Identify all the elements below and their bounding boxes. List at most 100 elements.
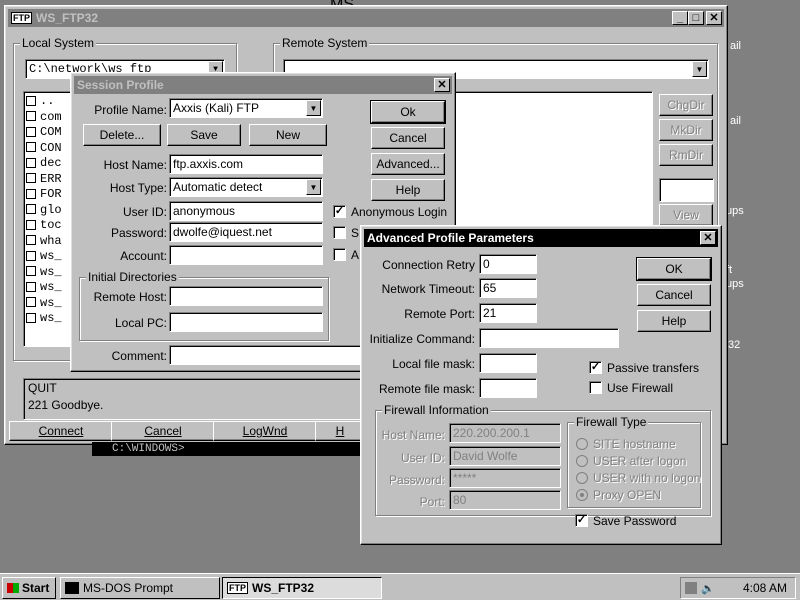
- fw-type-label: USER with no logon: [593, 471, 701, 485]
- local-file-mask-input[interactable]: [479, 353, 537, 373]
- init-command-input[interactable]: [479, 328, 619, 348]
- fw-type-radio[interactable]: [576, 438, 588, 450]
- comment-input[interactable]: [169, 345, 361, 365]
- use-firewall-checkbox[interactable]: [589, 381, 602, 394]
- file-icon: [26, 157, 36, 168]
- fw-type-radio[interactable]: [576, 455, 588, 467]
- fw-password-label: Password:: [388, 473, 445, 487]
- session-profile-titlebar[interactable]: Session Profile ✕: [74, 76, 452, 94]
- tray-network-icon[interactable]: [685, 582, 697, 594]
- save-password-checkbox[interactable]: ✓: [575, 514, 588, 527]
- start-button[interactable]: Start: [2, 577, 56, 599]
- local-system-label: Local System: [20, 36, 97, 50]
- passive-transfers-checkbox[interactable]: ✓: [589, 361, 602, 374]
- remote-host-label: Remote Host:: [93, 290, 167, 304]
- remote-file-list[interactable]: [450, 91, 653, 231]
- advanced-title: Advanced Profile Parameters: [367, 231, 534, 245]
- minimize-button[interactable]: _: [672, 11, 688, 25]
- account-input[interactable]: [169, 245, 323, 265]
- save-password-label: Save Password: [593, 514, 677, 528]
- user-id-input[interactable]: anonymous: [169, 201, 323, 221]
- chgdir-button[interactable]: ChgDir: [659, 94, 713, 116]
- anonymous-login-checkbox[interactable]: ✓: [333, 205, 346, 218]
- fw-port-label: Port:: [419, 495, 445, 509]
- remote-filter-field[interactable]: [659, 178, 714, 202]
- init-command-label: Initialize Command:: [369, 332, 475, 346]
- local-pc-input[interactable]: [169, 312, 323, 332]
- ok-button[interactable]: Ok: [370, 100, 446, 124]
- file-icon: [26, 111, 36, 122]
- remote-port-input[interactable]: 21: [479, 303, 537, 323]
- taskbar-wsftp[interactable]: FTP WS_FTP32: [222, 577, 382, 599]
- help-main-button[interactable]: H: [315, 421, 365, 441]
- tray-clock[interactable]: 4:08 AM: [743, 581, 787, 595]
- fw-user-input[interactable]: David Wolfe: [449, 446, 561, 466]
- mkdir-button[interactable]: MkDir: [659, 119, 713, 141]
- advanced-titlebar[interactable]: Advanced Profile Parameters ✕: [364, 229, 718, 247]
- file-icon: [26, 219, 36, 230]
- connection-retry-label: Connection Retry: [382, 258, 475, 272]
- rmdir-button[interactable]: RmDir: [659, 144, 713, 166]
- save-button[interactable]: Save: [167, 124, 241, 146]
- maximize-button[interactable]: □: [688, 11, 704, 25]
- cancel-connect-button[interactable]: Cancel: [111, 421, 215, 441]
- host-type-dropdown[interactable]: Automatic detect ▼: [169, 177, 323, 197]
- comment-label: Comment:: [111, 349, 167, 363]
- fw-port-input[interactable]: 80: [449, 490, 561, 510]
- fw-password-input[interactable]: *****: [449, 468, 561, 488]
- profile-name-dropdown[interactable]: Axxis (Kali) FTP ▼: [169, 98, 323, 118]
- cancel-button[interactable]: Cancel: [637, 284, 711, 306]
- fw-type-radio[interactable]: [576, 489, 588, 501]
- delete-button[interactable]: Delete...: [83, 124, 161, 146]
- host-name-input[interactable]: ftp.axxis.com: [169, 154, 323, 174]
- remote-host-input[interactable]: [169, 286, 323, 306]
- chevron-down-icon[interactable]: ▼: [306, 179, 321, 195]
- passive-transfers-label: Passive transfers: [607, 361, 700, 375]
- password-input[interactable]: dwolfe@iquest.net: [169, 222, 323, 242]
- desktop-right-label: ail: [730, 40, 742, 52]
- new-button[interactable]: New: [249, 124, 327, 146]
- auto-save-checkbox[interactable]: [333, 248, 346, 261]
- local-file-mask-label: Local file mask:: [392, 357, 475, 371]
- fw-type-label: SITE hostname: [593, 437, 676, 451]
- help-button[interactable]: Help: [371, 179, 445, 201]
- desktop-right-label: ups: [726, 205, 744, 217]
- view-button[interactable]: View: [659, 204, 713, 226]
- advanced-button[interactable]: Advanced...: [371, 153, 445, 175]
- remote-system-label: Remote System: [280, 36, 370, 50]
- network-timeout-label: Network Timeout:: [381, 282, 475, 296]
- chevron-down-icon[interactable]: ▼: [306, 100, 321, 116]
- system-tray: 🔈 4:08 AM: [680, 577, 796, 599]
- taskbar-msdos[interactable]: MS-DOS Prompt: [60, 577, 220, 599]
- save-password-checkbox[interactable]: [333, 226, 346, 239]
- close-button[interactable]: ✕: [706, 11, 722, 25]
- ws-ftp-titlebar[interactable]: FTP WS_FTP32 _ □ ✕: [8, 9, 724, 27]
- remote-file-mask-input[interactable]: [479, 378, 537, 398]
- desktop-right-label: ups: [726, 278, 744, 290]
- fw-type-radio[interactable]: [576, 472, 588, 484]
- connect-button[interactable]: Connect: [9, 421, 113, 441]
- close-button[interactable]: ✕: [700, 231, 716, 245]
- log-window: QUIT 221 Goodbye.: [23, 378, 363, 420]
- firewall-type-label: Firewall Type: [574, 415, 649, 429]
- ok-button[interactable]: OK: [636, 257, 712, 281]
- tray-speaker-icon[interactable]: 🔈: [701, 582, 715, 595]
- file-icon: [26, 266, 36, 277]
- connection-retry-input[interactable]: 0: [479, 254, 537, 274]
- chevron-down-icon[interactable]: ▼: [692, 61, 707, 77]
- help-button[interactable]: Help: [637, 310, 711, 332]
- ws-ftp-title: WS_FTP32: [36, 11, 99, 25]
- close-button[interactable]: ✕: [434, 78, 450, 92]
- network-timeout-input[interactable]: 65: [479, 278, 537, 298]
- file-icon: [26, 250, 36, 261]
- logwnd-button[interactable]: LogWnd: [213, 421, 317, 441]
- account-label: Account:: [120, 249, 167, 263]
- windows-logo-icon: [7, 583, 19, 593]
- cancel-button[interactable]: Cancel: [371, 127, 445, 149]
- log-line: 221 Goodbye.: [28, 398, 104, 412]
- firewall-info-label: Firewall Information: [382, 403, 491, 417]
- file-icon: [26, 142, 36, 153]
- fw-host-input[interactable]: 220.200.200.1: [449, 423, 561, 443]
- anonymous-login-label: Anonymous Login: [351, 205, 448, 219]
- file-icon: [26, 173, 36, 184]
